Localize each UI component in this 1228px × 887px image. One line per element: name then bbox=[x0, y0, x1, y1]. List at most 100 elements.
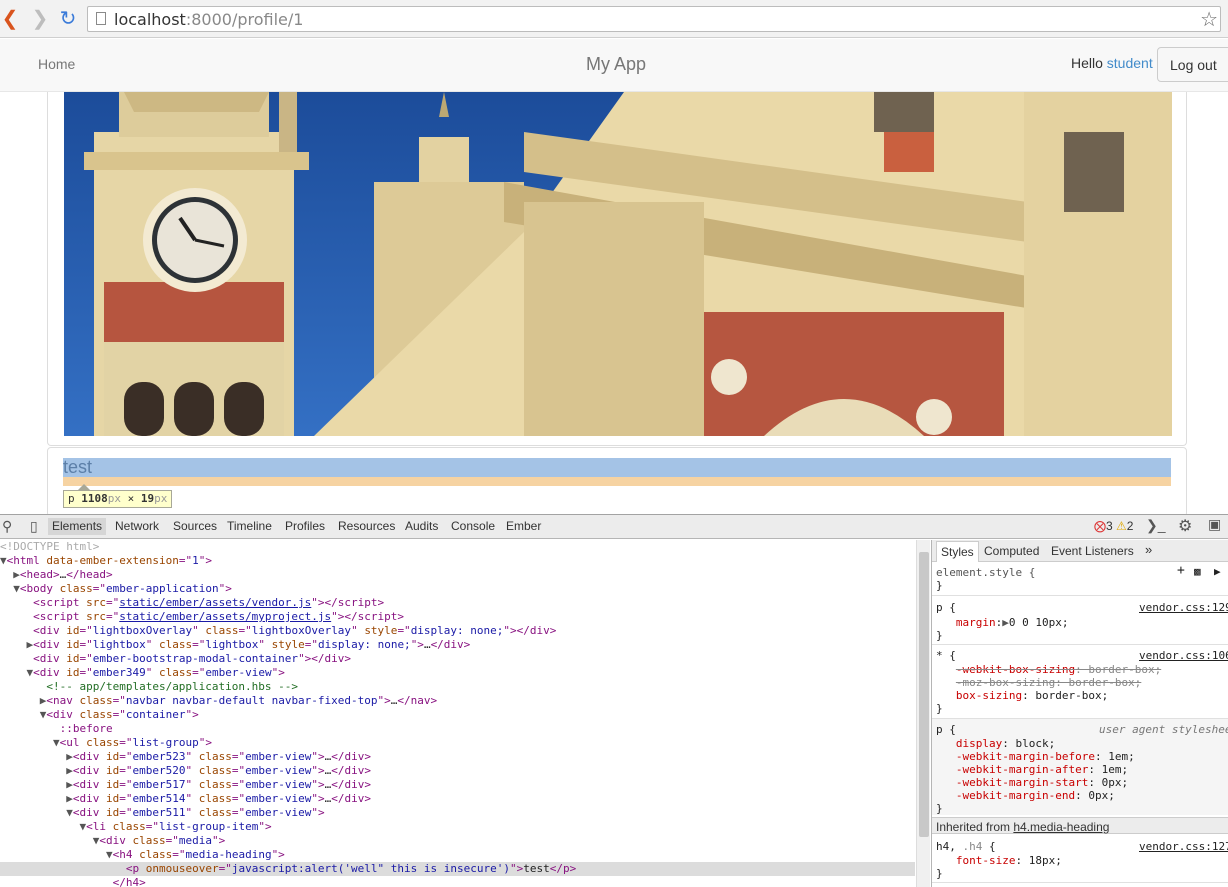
rule-divider bbox=[932, 882, 1228, 883]
username-link[interactable]: student bbox=[1107, 55, 1153, 71]
tab-event-listeners[interactable]: Event Listeners bbox=[1051, 544, 1134, 558]
dom-node[interactable]: ▶<div id="ember520" class="ember-view">…… bbox=[0, 764, 915, 778]
vendor-css-link[interactable]: vendor.css:127 bbox=[1139, 840, 1228, 853]
dom-node[interactable]: ▼<h4 class="media-heading"> bbox=[0, 848, 915, 862]
error-icon: ⨂ bbox=[1094, 519, 1106, 533]
element-style-rule[interactable]: element.style { bbox=[936, 566, 1035, 579]
profile-photo bbox=[64, 92, 1172, 436]
dom-node[interactable]: ▼<li class="list-group-item"> bbox=[0, 820, 915, 834]
dom-node[interactable]: ▼<div id="ember511" class="ember-view"> bbox=[0, 806, 915, 820]
dom-node[interactable]: ▼<ul class="list-group"> bbox=[0, 736, 915, 750]
dom-node[interactable]: ▶<head>…</head> bbox=[0, 568, 915, 582]
nav-home-link[interactable]: Home bbox=[38, 56, 75, 72]
code-text: -webkit-margin-after: 1em; bbox=[955, 763, 1129, 776]
logout-button[interactable]: Log out bbox=[1157, 47, 1228, 82]
dom-node[interactable]: ::before bbox=[0, 722, 915, 736]
code-text[interactable]: -moz-box-sizing: border-box; bbox=[936, 676, 1141, 689]
tooltip-width: 1108 bbox=[81, 492, 108, 505]
code-text: display: block; bbox=[955, 737, 1056, 750]
bookmark-star-icon[interactable]: ☆ bbox=[1200, 7, 1218, 32]
code-text[interactable]: box-sizing: border-box; bbox=[936, 689, 1108, 702]
tab-sources[interactable]: Sources bbox=[173, 519, 217, 533]
warning-icon: ⚠ bbox=[1116, 519, 1127, 533]
inspect-content-highlight bbox=[63, 458, 1171, 477]
inherited-label: Inherited from bbox=[936, 820, 1014, 834]
url-text[interactable]: localhost:8000/profile/1 bbox=[114, 10, 303, 29]
rule-divider bbox=[932, 644, 1228, 645]
animations-icon[interactable]: ▶ bbox=[1214, 565, 1221, 578]
dom-node[interactable]: ▼<div class="container"> bbox=[0, 708, 915, 722]
vendor-css-link[interactable]: vendor.css:129 bbox=[1139, 601, 1228, 614]
user-agent-label: user agent stylesheet bbox=[1099, 723, 1228, 736]
new-rule-icon[interactable]: + bbox=[1177, 564, 1185, 577]
media-heading-text[interactable]: test bbox=[63, 457, 92, 478]
dom-node[interactable]: ▶<div id="ember514" class="ember-view">…… bbox=[0, 792, 915, 806]
error-warning-counter[interactable]: ⨂3 ⚠2 bbox=[1094, 519, 1133, 533]
forward-arrow-icon[interactable]: ❯ bbox=[30, 8, 50, 30]
tab-ember[interactable]: Ember bbox=[506, 519, 541, 533]
tooltip-px-2: px bbox=[154, 492, 168, 505]
h4-rule-selector[interactable]: h4, .h4 { bbox=[936, 840, 996, 853]
universal-rule-selector[interactable]: * { bbox=[936, 649, 956, 662]
styles-tab-bar: Styles Computed Event Listeners » bbox=[932, 540, 1228, 562]
tooltip-height: 19 bbox=[140, 492, 155, 505]
tab-resources[interactable]: Resources bbox=[338, 519, 395, 533]
dom-node[interactable]: ▼<div class="media"> bbox=[0, 834, 915, 848]
gear-icon[interactable]: ⚙ bbox=[1178, 516, 1192, 536]
more-tabs-chevron[interactable]: » bbox=[1145, 542, 1152, 557]
tab-network[interactable]: Network bbox=[115, 519, 159, 533]
styles-sidebar: Styles Computed Event Listeners » elemen… bbox=[931, 540, 1228, 887]
dom-node[interactable]: <!DOCTYPE html> bbox=[0, 540, 915, 554]
code-text: } bbox=[936, 629, 943, 642]
drawer-toggle-icon[interactable]: ❯_ bbox=[1146, 517, 1166, 534]
hello-text: Hello bbox=[1071, 55, 1107, 71]
tab-styles[interactable]: Styles bbox=[936, 541, 979, 562]
dom-node[interactable]: <script src="static/ember/assets/myproje… bbox=[0, 610, 915, 624]
tab-timeline[interactable]: Timeline bbox=[227, 519, 272, 533]
tab-console[interactable]: Console bbox=[451, 519, 495, 533]
tab-computed[interactable]: Computed bbox=[984, 544, 1039, 558]
reload-icon[interactable]: ↻ bbox=[58, 8, 78, 30]
back-arrow-icon[interactable]: ❮ bbox=[0, 8, 20, 30]
address-bar[interactable]: localhost:8000/profile/1 ☆ bbox=[87, 6, 1221, 32]
ua-p-rule-selector: p { bbox=[936, 723, 956, 736]
dom-node[interactable]: <script src="static/ember/assets/vendor.… bbox=[0, 596, 915, 610]
dom-node-selected[interactable]: <p onmouseover="javascript:alert('well" … bbox=[0, 862, 915, 876]
code-text: } bbox=[936, 802, 943, 815]
device-mode-icon[interactable]: ▯ bbox=[30, 518, 38, 535]
tab-elements[interactable]: Elements bbox=[48, 518, 107, 535]
dom-tree[interactable]: <!DOCTYPE html> ▼<html data-ember-extens… bbox=[0, 540, 915, 887]
code-text[interactable]: -webkit-box-sizing: border-box; bbox=[936, 663, 1161, 676]
dom-tree-scrollbar[interactable] bbox=[916, 540, 930, 887]
code-text[interactable]: margin:▶0 0 10px; bbox=[936, 616, 1069, 629]
navbar-brand[interactable]: My App bbox=[586, 54, 646, 75]
dom-node[interactable]: <div id="ember-bootstrap-modal-container… bbox=[0, 652, 915, 666]
vendor-css-link[interactable]: vendor.css:106 bbox=[1139, 649, 1228, 662]
code-text[interactable]: font-size: 18px; bbox=[936, 854, 1062, 867]
p-rule-selector[interactable]: p { bbox=[936, 601, 956, 614]
devtools-panel: ⚲ ▯ Elements Network Sources Timeline Pr… bbox=[0, 514, 1228, 887]
dom-node[interactable]: ▶<div id="ember523" class="ember-view">…… bbox=[0, 750, 915, 764]
scrollbar-thumb[interactable] bbox=[919, 552, 929, 837]
dom-node[interactable]: ▶<div id="lightbox" class="lightbox" sty… bbox=[0, 638, 915, 652]
inherited-from-header: Inherited from h4.media-heading bbox=[932, 817, 1228, 834]
page-icon bbox=[96, 12, 106, 25]
dom-node[interactable]: ▼<div id="ember349" class="ember-view"> bbox=[0, 666, 915, 680]
dock-icon[interactable]: ▣ bbox=[1208, 516, 1221, 533]
tab-audits[interactable]: Audits bbox=[405, 519, 438, 533]
dom-node[interactable]: ▶<nav class="navbar navbar-default navba… bbox=[0, 694, 915, 708]
inherited-from-link[interactable]: h4.media-heading bbox=[1013, 820, 1109, 834]
element-state-icon[interactable]: ▩ bbox=[1194, 565, 1201, 578]
code-text: -webkit-margin-end: 0px; bbox=[955, 789, 1115, 802]
search-icon[interactable]: ⚲ bbox=[2, 518, 12, 535]
tab-profiles[interactable]: Profiles bbox=[285, 519, 325, 533]
devtools-toolbar: ⚲ ▯ Elements Network Sources Timeline Pr… bbox=[0, 515, 1228, 539]
dom-node[interactable]: ▶<div id="ember517" class="ember-view">…… bbox=[0, 778, 915, 792]
dom-node[interactable]: <div id="lightboxOverlay" class="lightbo… bbox=[0, 624, 915, 638]
dom-node[interactable]: ▼<html data-ember-extension="1"> bbox=[0, 554, 915, 568]
photo-list-item bbox=[47, 92, 1187, 446]
hello-greeting: Hello student bbox=[1071, 55, 1153, 71]
dom-node[interactable]: <!-- app/templates/application.hbs --> bbox=[0, 680, 915, 694]
dom-node[interactable]: </h4> bbox=[0, 876, 915, 887]
dom-node[interactable]: ▼<body class="ember-application"> bbox=[0, 582, 915, 596]
